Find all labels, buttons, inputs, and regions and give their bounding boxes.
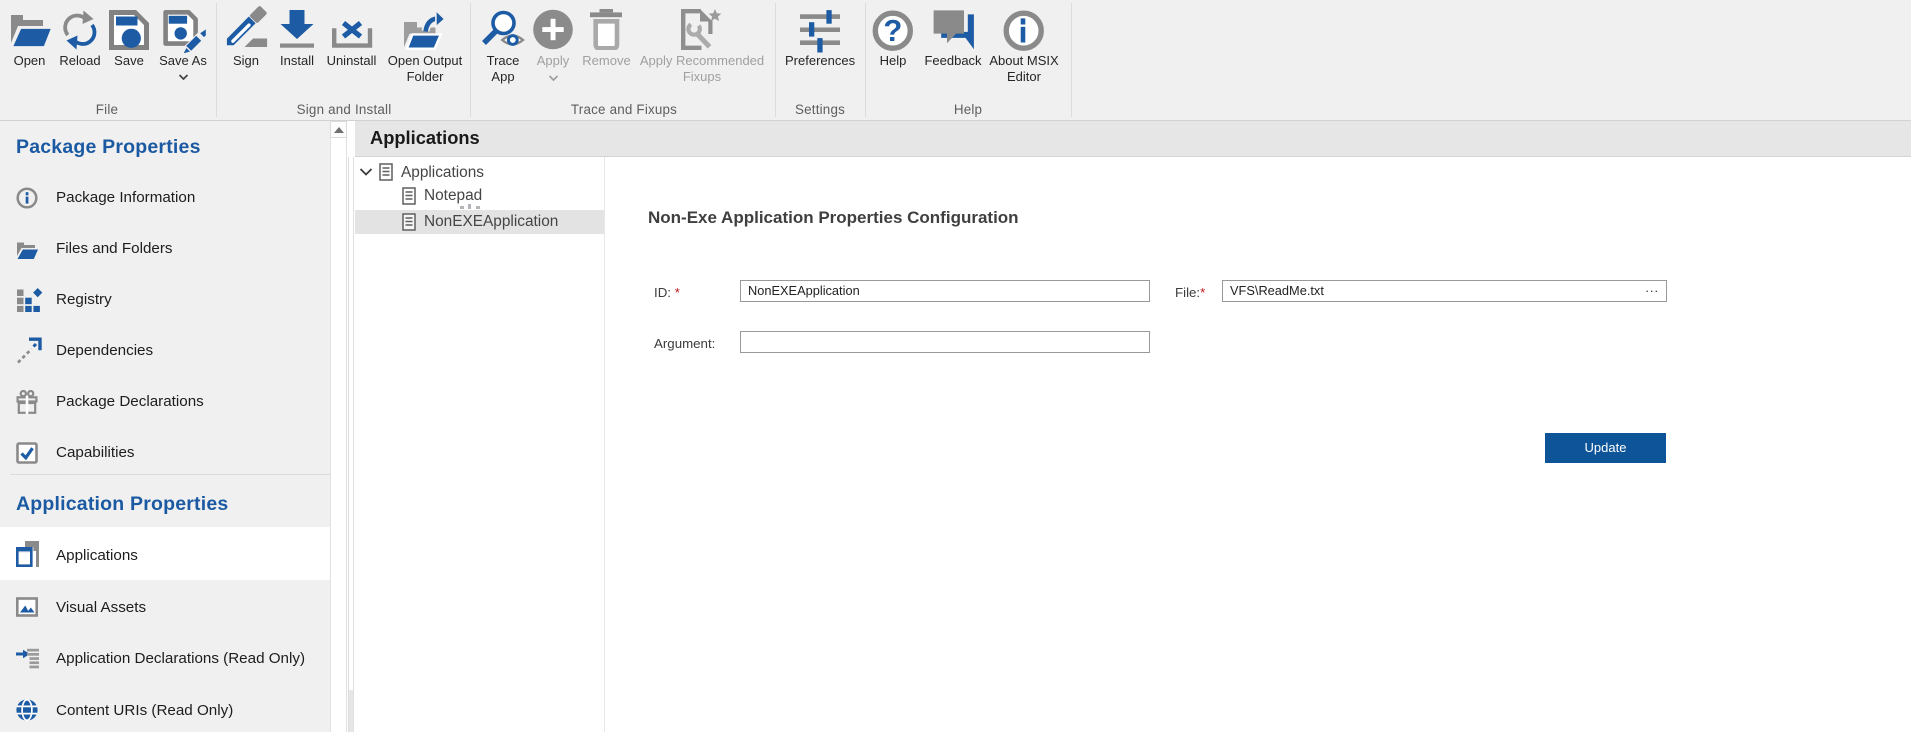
svg-text:?: ? (883, 13, 902, 48)
